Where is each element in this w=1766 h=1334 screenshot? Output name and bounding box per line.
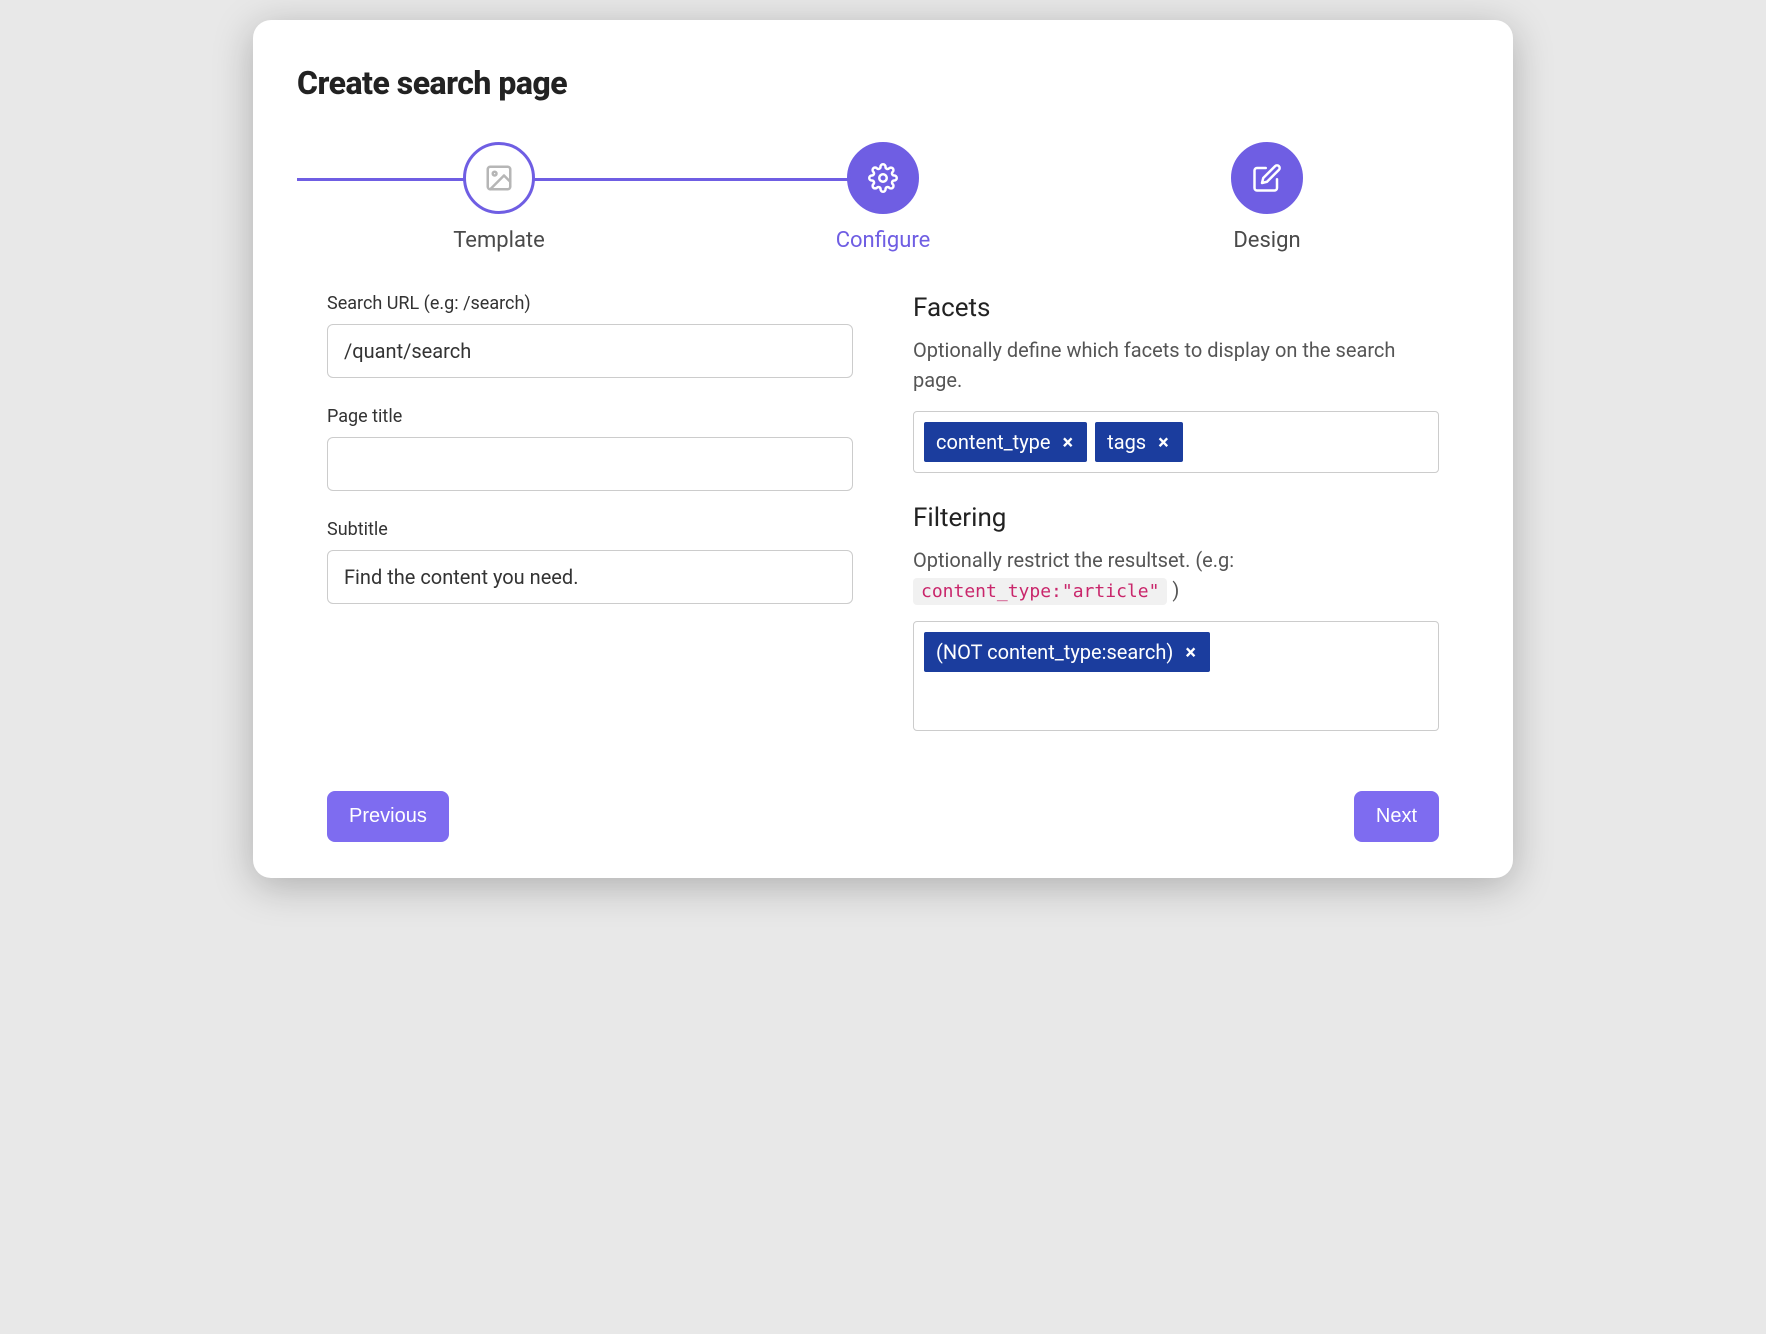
step-design[interactable]: Design <box>1075 142 1459 253</box>
filtering-tagbox[interactable]: (NOT content_type:search) × <box>913 621 1439 731</box>
label-page-title: Page title <box>327 406 853 427</box>
filtering-desc-code: content_type:"article" <box>913 578 1167 605</box>
step-circle-template <box>463 142 535 214</box>
facets-desc: Optionally define which facets to displa… <box>913 335 1439 395</box>
remove-tag-icon[interactable]: × <box>1156 430 1171 454</box>
page-title: Create search page <box>297 64 1469 102</box>
edit-icon <box>1252 163 1282 193</box>
step-label-configure: Configure <box>836 228 931 253</box>
previous-button[interactable]: Previous <box>327 791 449 842</box>
left-column: Search URL (e.g: /search) Page title Sub… <box>327 293 853 761</box>
input-page-title[interactable] <box>327 437 853 491</box>
remove-tag-icon[interactable]: × <box>1183 640 1198 664</box>
facets-title: Facets <box>913 293 1439 323</box>
input-subtitle[interactable] <box>327 550 853 604</box>
step-circle-configure <box>847 142 919 214</box>
right-column: Facets Optionally define which facets to… <box>913 293 1439 761</box>
input-search-url[interactable] <box>327 324 853 378</box>
dialog-window: Create search page Template <box>253 20 1513 878</box>
facet-tag-label: tags <box>1107 430 1146 454</box>
field-page-title: Page title <box>327 406 853 491</box>
stepper: Template Configure <box>297 142 1469 253</box>
label-search-url: Search URL (e.g: /search) <box>327 293 853 314</box>
footer: Previous Next <box>297 791 1469 842</box>
filter-tag-label: (NOT content_type:search) <box>936 640 1173 664</box>
filtering-desc-after: ) <box>1172 578 1179 602</box>
facet-tag: tags × <box>1095 422 1183 462</box>
step-circle-design <box>1231 142 1303 214</box>
field-subtitle: Subtitle <box>327 519 853 604</box>
step-template[interactable]: Template <box>307 142 691 253</box>
step-configure[interactable]: Configure <box>691 142 1075 253</box>
filtering-desc-before: Optionally restrict the resultset. (e.g: <box>913 548 1234 572</box>
filtering-title: Filtering <box>913 503 1439 533</box>
form-grid: Search URL (e.g: /search) Page title Sub… <box>297 293 1469 761</box>
filter-tag: (NOT content_type:search) × <box>924 632 1210 672</box>
remove-tag-icon[interactable]: × <box>1061 430 1076 454</box>
step-label-design: Design <box>1233 228 1300 253</box>
label-subtitle: Subtitle <box>327 519 853 540</box>
facets-tagbox[interactable]: content_type × tags × <box>913 411 1439 473</box>
next-button[interactable]: Next <box>1354 791 1439 842</box>
field-search-url: Search URL (e.g: /search) <box>327 293 853 378</box>
step-label-template: Template <box>453 228 545 253</box>
filtering-desc: Optionally restrict the resultset. (e.g:… <box>913 545 1439 605</box>
image-icon <box>484 163 514 193</box>
gear-icon <box>868 163 898 193</box>
facet-tag: content_type × <box>924 422 1087 462</box>
facet-tag-label: content_type <box>936 430 1051 454</box>
